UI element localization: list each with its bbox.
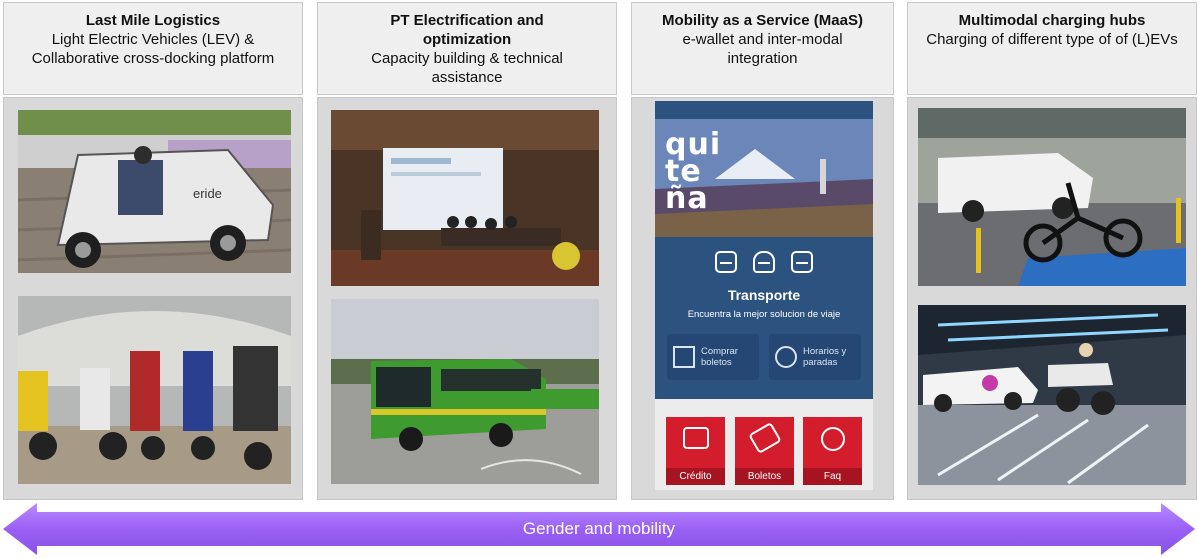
column-header-charging-hubs: Multimodal charging hubs Charging of dif… bbox=[907, 2, 1197, 95]
credito-tile[interactable]: Crédito bbox=[666, 417, 725, 485]
column-title: Mobility as a Service (MaaS) bbox=[662, 12, 863, 29]
photo-light-electric-vehicle: eride bbox=[18, 110, 291, 273]
column-title: Last Mile Logistics bbox=[85, 12, 221, 29]
comprar-boletos-button[interactable]: Comprar boletos bbox=[667, 334, 759, 380]
transport-mode-icons bbox=[655, 251, 873, 273]
column-subtitle: e-wallet and inter-modal integration bbox=[682, 31, 843, 67]
maas-app-screenshot: qui te ña Transporte Encuentra la mejor … bbox=[655, 101, 873, 490]
banner-label: Gender and mobility bbox=[522, 519, 676, 538]
app-bottom-panel: Crédito Boletos Faq bbox=[655, 399, 873, 490]
app-brand-logo: qui te ña bbox=[665, 130, 721, 216]
clock-icon bbox=[775, 346, 797, 368]
tile-label: Faq bbox=[803, 468, 862, 485]
eride-sign: eride bbox=[193, 186, 222, 201]
trolley-icon[interactable] bbox=[791, 251, 813, 273]
metro-icon[interactable] bbox=[753, 251, 775, 273]
photo-electric-bus bbox=[331, 299, 599, 484]
info-icon bbox=[820, 427, 845, 451]
tile-label: Crédito bbox=[666, 468, 725, 485]
brand-line: ña bbox=[665, 181, 709, 216]
column-header-maas: Mobility as a Service (MaaS) e-wallet an… bbox=[631, 2, 894, 95]
ticket-icon bbox=[747, 421, 782, 455]
app-section-subtitle: Encuentra la mejor solucion de viaje bbox=[687, 309, 841, 320]
photo-indoor-charging-hub bbox=[918, 305, 1186, 485]
column-subtitle: Light Electric Vehicles (LEV) & Collabor… bbox=[31, 31, 275, 67]
boletos-tile[interactable]: Boletos bbox=[735, 417, 794, 485]
tile-label: Boletos bbox=[735, 468, 794, 485]
ticket-grid-icon bbox=[673, 346, 695, 368]
gender-mobility-banner: Gender and mobility bbox=[3, 503, 1195, 555]
column-subtitle: Charging of different type of of (L)EVs bbox=[926, 31, 1178, 48]
wallet-icon bbox=[682, 427, 709, 449]
option-label: Horarios y paradas bbox=[803, 346, 847, 368]
faq-tile[interactable]: Faq bbox=[803, 417, 862, 485]
column-title: Multimodal charging hubs bbox=[958, 12, 1146, 29]
column-header-last-mile: Last Mile Logistics Light Electric Vehic… bbox=[3, 2, 303, 95]
app-section-title: Transporte bbox=[727, 287, 801, 303]
photo-cross-docking-platform bbox=[18, 296, 291, 484]
photo-charging-hub-ebike bbox=[918, 108, 1186, 286]
photo-capacity-building-conference bbox=[331, 110, 599, 286]
horarios-paradas-button[interactable]: Horarios y paradas bbox=[769, 334, 861, 380]
column-title: PT Electrification and optimization bbox=[390, 12, 544, 48]
column-subtitle: Capacity building & technical assistance bbox=[371, 50, 563, 86]
bus-icon[interactable] bbox=[715, 251, 737, 273]
column-header-pt-electrification: PT Electrification and optimization Capa… bbox=[317, 2, 617, 95]
option-label: Comprar boletos bbox=[701, 346, 738, 368]
